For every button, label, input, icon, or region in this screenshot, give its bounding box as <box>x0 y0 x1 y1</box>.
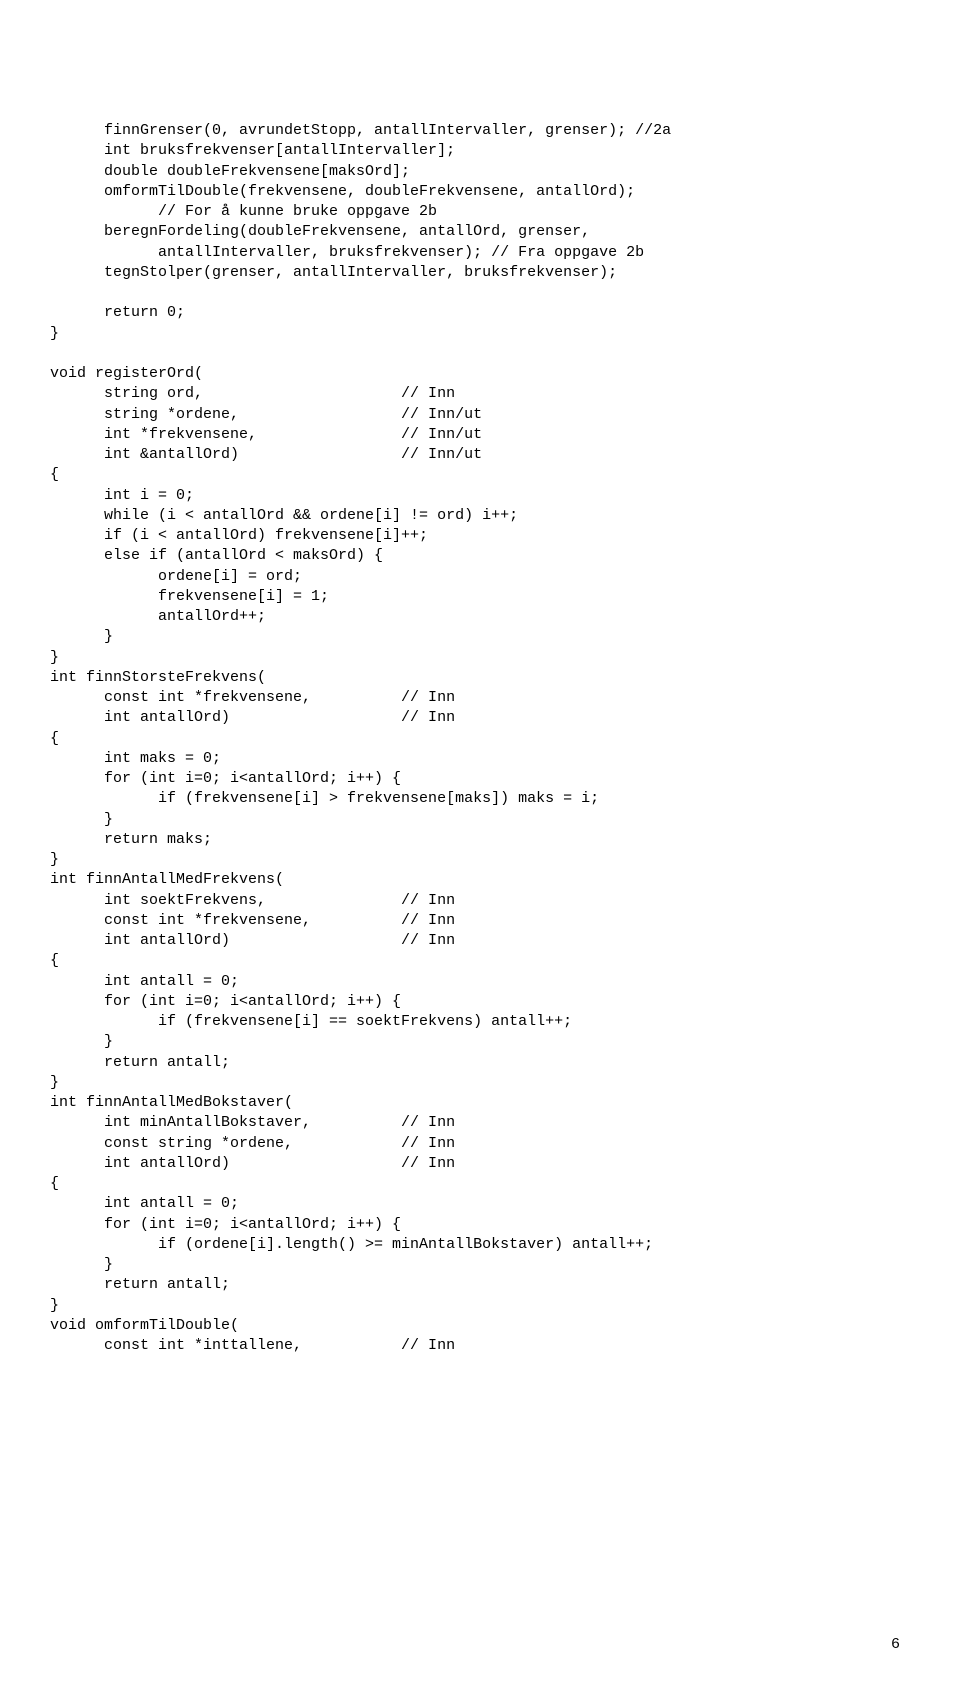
code-listing: finnGrenser(0, avrundetStopp, antallInte… <box>50 121 910 1356</box>
page-number: 6 <box>891 1635 900 1655</box>
